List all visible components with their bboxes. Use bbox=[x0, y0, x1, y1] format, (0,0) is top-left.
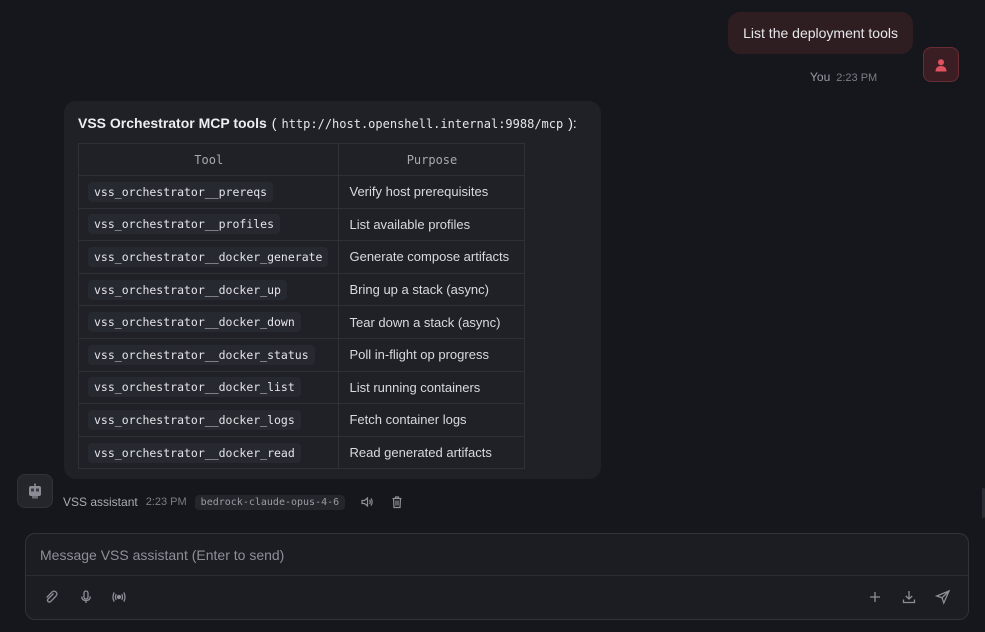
tool-cell: vss_orchestrator__docker_up bbox=[77, 272, 340, 307]
assistant-message-card: VSS Orchestrator MCP tools ( http://host… bbox=[64, 101, 601, 479]
message-composer bbox=[25, 533, 969, 620]
table-row: vss_orchestrator__docker_generate Generat… bbox=[77, 240, 526, 274]
tools-table: Tool Purpose vss_orchestrator__prereqs Ve… bbox=[77, 143, 526, 470]
user-message-text: List the deployment tools bbox=[743, 25, 898, 41]
download-icon[interactable] bbox=[900, 588, 918, 606]
tool-name: vss_orchestrator__docker_up bbox=[88, 279, 287, 300]
user-message-time: 2:23 PM bbox=[836, 72, 878, 84]
tool-name: vss_orchestrator__docker_down bbox=[88, 312, 301, 333]
tool-name: vss_orchestrator__docker_read bbox=[88, 442, 301, 463]
model-badge: bedrock-claude-opus-4-6 bbox=[194, 494, 346, 510]
table-header-row: Tool Purpose bbox=[77, 143, 526, 176]
tool-cell: vss_orchestrator__docker_generate bbox=[77, 240, 340, 274]
heading-close-paren: ): bbox=[568, 115, 577, 131]
tool-cell: vss_orchestrator__docker_list bbox=[77, 370, 340, 405]
purpose-cell: Tear down a stack (async) bbox=[338, 305, 526, 339]
table-row: vss_orchestrator__docker_logs Fetch conta… bbox=[77, 403, 526, 437]
table-header-tool: Tool bbox=[77, 143, 340, 176]
send-icon[interactable] bbox=[934, 588, 952, 606]
purpose-cell: Fetch container logs bbox=[338, 403, 526, 437]
assistant-message-meta: VSS assistant 2:23 PM bedrock-claude-opu… bbox=[63, 494, 405, 510]
tool-name: vss_orchestrator__prereqs bbox=[88, 181, 274, 202]
microphone-icon[interactable] bbox=[77, 588, 95, 606]
user-message-bubble: List the deployment tools bbox=[728, 12, 913, 54]
tool-cell: vss_orchestrator__docker_logs bbox=[77, 403, 340, 437]
plus-icon[interactable] bbox=[866, 588, 884, 606]
tool-name: vss_orchestrator__docker_logs bbox=[88, 409, 301, 430]
tools-table-body: vss_orchestrator__prereqs Verify host pre… bbox=[77, 175, 526, 470]
table-row: vss_orchestrator__profiles List available… bbox=[77, 207, 526, 242]
tool-name: vss_orchestrator__docker_status bbox=[88, 344, 315, 365]
robot-icon bbox=[26, 482, 44, 500]
tool-name: vss_orchestrator__docker_list bbox=[88, 377, 301, 398]
table-row: vss_orchestrator__docker_read Read genera… bbox=[77, 435, 526, 470]
purpose-cell: Verify host prerequisites bbox=[338, 175, 526, 209]
tool-cell: vss_orchestrator__docker_status bbox=[77, 337, 340, 372]
tool-cell: vss_orchestrator__prereqs bbox=[77, 175, 340, 209]
broadcast-icon[interactable] bbox=[110, 588, 128, 606]
table-row: vss_orchestrator__docker_list List runnin… bbox=[77, 370, 526, 405]
purpose-cell: Read generated artifacts bbox=[338, 435, 526, 470]
heading-open-paren: ( bbox=[271, 115, 277, 131]
table-row: vss_orchestrator__docker_up Bring up a st… bbox=[77, 272, 526, 307]
user-avatar bbox=[923, 47, 959, 82]
purpose-cell: Poll in-flight op progress bbox=[338, 337, 526, 372]
assistant-avatar bbox=[17, 474, 53, 508]
tool-cell: vss_orchestrator__docker_read bbox=[77, 435, 340, 470]
assistant-message-time: 2:23 PM bbox=[145, 496, 187, 508]
purpose-cell: Bring up a stack (async) bbox=[338, 272, 526, 307]
heading-url: http://host.openshell.internal:9988/mcp bbox=[281, 117, 564, 131]
tool-name: vss_orchestrator__docker_generate bbox=[88, 246, 329, 267]
purpose-cell: List available profiles bbox=[338, 207, 526, 242]
message-input[interactable] bbox=[26, 534, 968, 576]
assistant-heading: VSS Orchestrator MCP tools ( http://host… bbox=[78, 115, 587, 131]
table-row: vss_orchestrator__prereqs Verify host pre… bbox=[77, 175, 526, 209]
user-message-meta: You 2:23 PM bbox=[810, 70, 877, 84]
table-row: vss_orchestrator__docker_status Poll in-f… bbox=[77, 337, 526, 372]
table-header-purpose: Purpose bbox=[338, 143, 526, 176]
table-row: vss_orchestrator__docker_down Tear down a… bbox=[77, 305, 526, 339]
purpose-cell: Generate compose artifacts bbox=[338, 240, 526, 274]
user-icon bbox=[934, 58, 948, 72]
tool-cell: vss_orchestrator__profiles bbox=[77, 207, 340, 242]
tool-name: vss_orchestrator__profiles bbox=[88, 214, 281, 235]
purpose-cell: List running containers bbox=[338, 370, 526, 405]
paperclip-icon[interactable] bbox=[42, 588, 60, 606]
tool-cell: vss_orchestrator__docker_down bbox=[77, 305, 340, 339]
user-author: You bbox=[810, 70, 831, 84]
heading-title: VSS Orchestrator MCP tools bbox=[78, 115, 267, 131]
trash-icon[interactable] bbox=[389, 494, 405, 510]
speaker-icon[interactable] bbox=[359, 494, 375, 510]
assistant-author: VSS assistant bbox=[63, 495, 138, 509]
